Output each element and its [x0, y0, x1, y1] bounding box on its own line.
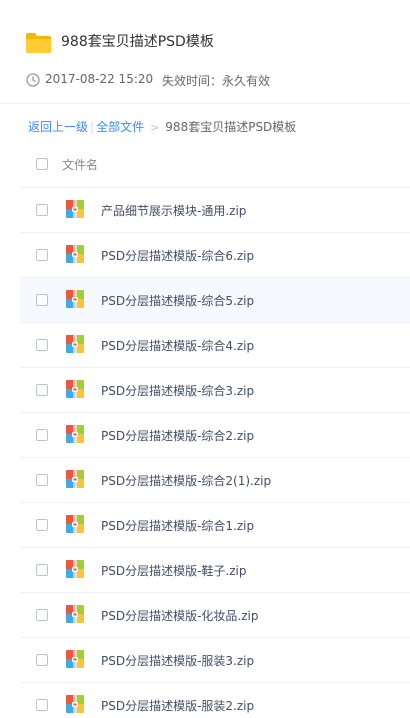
file-row[interactable]: PSD分层描述模版-鞋子.zip — [20, 548, 410, 593]
file-name-link[interactable]: PSD分层描述模版-鞋子.zip — [101, 562, 247, 579]
file-name-link[interactable]: PSD分层描述模版-综合4.zip — [101, 337, 254, 354]
file-name-link[interactable]: PSD分层描述模版-化妆品.zip — [101, 607, 259, 624]
file-name-link[interactable]: PSD分层描述模版-服装2.zip — [101, 697, 254, 714]
share-expire-time: 失效时间：永久有效 — [162, 74, 271, 88]
file-checkbox[interactable] — [36, 609, 48, 621]
file-row[interactable]: PSD分层描述模版-综合3.zip — [20, 368, 410, 413]
back-link[interactable]: 返回上一级 — [28, 120, 88, 134]
file-checkbox[interactable] — [36, 294, 48, 306]
breadcrumb-current: 988套宝贝描述PSD模板 — [165, 120, 297, 134]
file-row[interactable]: PSD分层描述模版-综合2(1).zip — [20, 458, 410, 503]
file-row[interactable]: PSD分层描述模版-服装2.zip — [20, 683, 410, 718]
file-row[interactable]: PSD分层描述模版-化妆品.zip — [20, 593, 410, 638]
file-checkbox[interactable] — [36, 474, 48, 486]
breadcrumb-arrow: > — [150, 121, 160, 134]
share-title: 988套宝贝描述PSD模板 — [61, 34, 214, 50]
zip-archive-icon — [65, 244, 85, 264]
zip-archive-icon — [65, 604, 85, 624]
folder-icon — [26, 33, 51, 53]
clock-icon — [26, 73, 40, 87]
file-row[interactable]: PSD分层描述模版-综合6.zip — [20, 233, 410, 278]
zip-archive-icon — [65, 559, 85, 579]
file-checkbox[interactable] — [36, 384, 48, 396]
file-row[interactable]: PSD分层描述模版-综合4.zip — [20, 323, 410, 368]
share-header: 988套宝贝描述PSD模板 2017-08-22 15:20 失效时间：永久有效 — [0, 0, 410, 104]
file-checkbox[interactable] — [36, 249, 48, 261]
file-checkbox[interactable] — [36, 654, 48, 666]
file-list: 文件名 产品细节展示模块-通用.zip PSD分层描述模版-综合6.zip PSD分… — [20, 142, 410, 718]
file-name-link[interactable]: PSD分层描述模版-综合2.zip — [101, 427, 254, 444]
zip-archive-icon — [65, 424, 85, 444]
file-name-link[interactable]: PSD分层描述模版-综合3.zip — [101, 382, 254, 399]
zip-archive-icon — [65, 199, 85, 219]
file-row[interactable]: PSD分层描述模版-综合2.zip — [20, 413, 410, 458]
header-divider — [0, 103, 410, 104]
file-row[interactable]: PSD分层描述模版-综合5.zip — [20, 278, 410, 323]
all-files-link[interactable]: 全部文件 — [96, 120, 144, 134]
zip-archive-icon — [65, 469, 85, 489]
file-checkbox[interactable] — [36, 699, 48, 711]
breadcrumb: 返回上一级 | 全部文件 >988套宝贝描述PSD模板 — [28, 118, 296, 135]
file-row[interactable]: 产品细节展示模块-通用.zip — [20, 188, 410, 233]
list-header: 文件名 — [20, 142, 410, 188]
breadcrumb-separator: | — [90, 120, 95, 134]
share-date: 2017-08-22 15:20 — [45, 72, 154, 86]
zip-archive-icon — [65, 289, 85, 309]
file-name-link[interactable]: PSD分层描述模版-综合2(1).zip — [101, 472, 271, 489]
file-row[interactable]: PSD分层描述模版-服装3.zip — [20, 638, 410, 683]
file-checkbox[interactable] — [36, 564, 48, 576]
select-all-checkbox[interactable] — [36, 158, 48, 170]
zip-archive-icon — [65, 694, 85, 714]
zip-archive-icon — [65, 334, 85, 354]
file-name-link[interactable]: PSD分层描述模版-综合6.zip — [101, 247, 254, 264]
file-name-link[interactable]: PSD分层描述模版-综合5.zip — [101, 292, 254, 309]
file-checkbox[interactable] — [36, 429, 48, 441]
share-page: 988套宝贝描述PSD模板 2017-08-22 15:20 失效时间：永久有效… — [0, 0, 410, 718]
zip-archive-icon — [65, 514, 85, 534]
file-name-link[interactable]: PSD分层描述模版-综合1.zip — [101, 517, 254, 534]
file-row[interactable]: PSD分层描述模版-综合1.zip — [20, 503, 410, 548]
zip-archive-icon — [65, 379, 85, 399]
filename-column-header: 文件名 — [62, 158, 99, 172]
file-checkbox[interactable] — [36, 519, 48, 531]
zip-archive-icon — [65, 649, 85, 669]
file-name-link[interactable]: 产品细节展示模块-通用.zip — [101, 202, 246, 219]
file-checkbox[interactable] — [36, 204, 48, 216]
file-checkbox[interactable] — [36, 339, 48, 351]
file-name-link[interactable]: PSD分层描述模版-服装3.zip — [101, 652, 254, 669]
